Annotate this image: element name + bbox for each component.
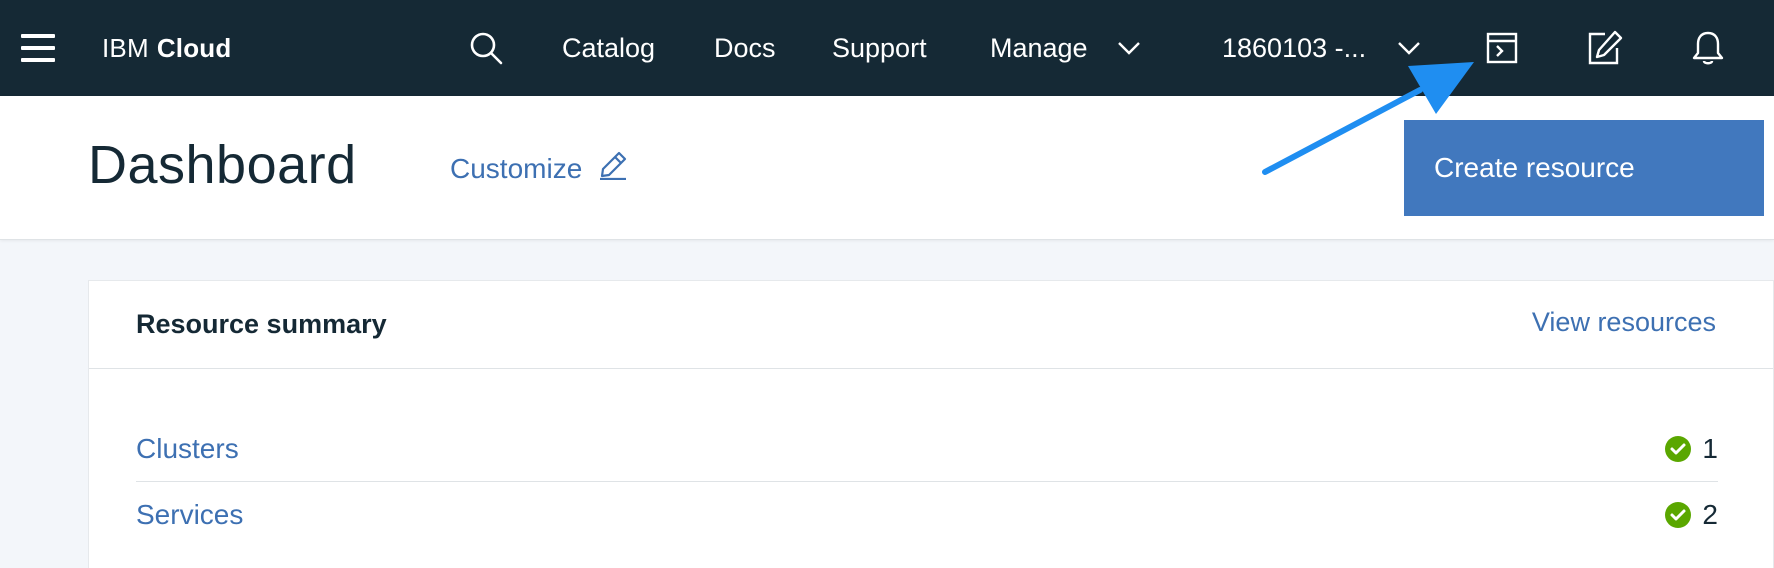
list-item: Services 2 (136, 482, 1718, 548)
terminal-icon[interactable] (1484, 0, 1520, 96)
chevron-down-icon[interactable] (1396, 0, 1422, 96)
edit-icon[interactable] (1586, 0, 1624, 96)
services-count: 2 (1664, 499, 1718, 531)
search-icon[interactable] (468, 0, 504, 96)
clusters-link[interactable]: Clusters (136, 433, 239, 465)
check-circle-icon (1665, 502, 1692, 528)
customize-label: Customize (450, 152, 583, 184)
pencil-icon (598, 150, 628, 187)
view-resources-link[interactable]: View resources (1532, 307, 1716, 338)
notifications-bell-icon[interactable] (1690, 0, 1726, 96)
chevron-down-icon[interactable] (1116, 0, 1142, 96)
nav-manage-menu[interactable]: Manage (990, 0, 1088, 96)
resource-summary-card: Resource summary View resources Clusters… (88, 280, 1774, 568)
hamburger-menu-icon[interactable] (20, 0, 56, 96)
brand-prefix: IBM (102, 32, 149, 63)
brand-name: Cloud (156, 32, 232, 63)
brand-logo[interactable]: IBM Cloud (102, 0, 231, 96)
nav-catalog-link[interactable]: Catalog (562, 0, 655, 96)
card-title: Resource summary (136, 309, 387, 339)
page-title: Dashboard (88, 135, 357, 195)
customize-link[interactable]: Customize (450, 150, 628, 187)
clusters-count: 1 (1664, 433, 1718, 465)
services-link[interactable]: Services (136, 499, 243, 531)
count-value: 2 (1702, 499, 1718, 530)
nav-support-link[interactable]: Support (832, 0, 927, 96)
top-nav: IBM Cloud Catalog Docs Support Manage 18… (0, 0, 1774, 96)
count-value: 1 (1702, 432, 1718, 464)
dashboard-header: Dashboard Customize Create resource (0, 96, 1774, 240)
list-item: Clusters 1 (136, 416, 1718, 482)
account-switcher[interactable]: 1860103 -... (1222, 0, 1366, 96)
create-resource-button[interactable]: Create resource (1404, 120, 1764, 216)
check-circle-icon (1665, 435, 1692, 462)
nav-docs-link[interactable]: Docs (714, 0, 776, 96)
card-header: Resource summary View resources (89, 281, 1773, 369)
